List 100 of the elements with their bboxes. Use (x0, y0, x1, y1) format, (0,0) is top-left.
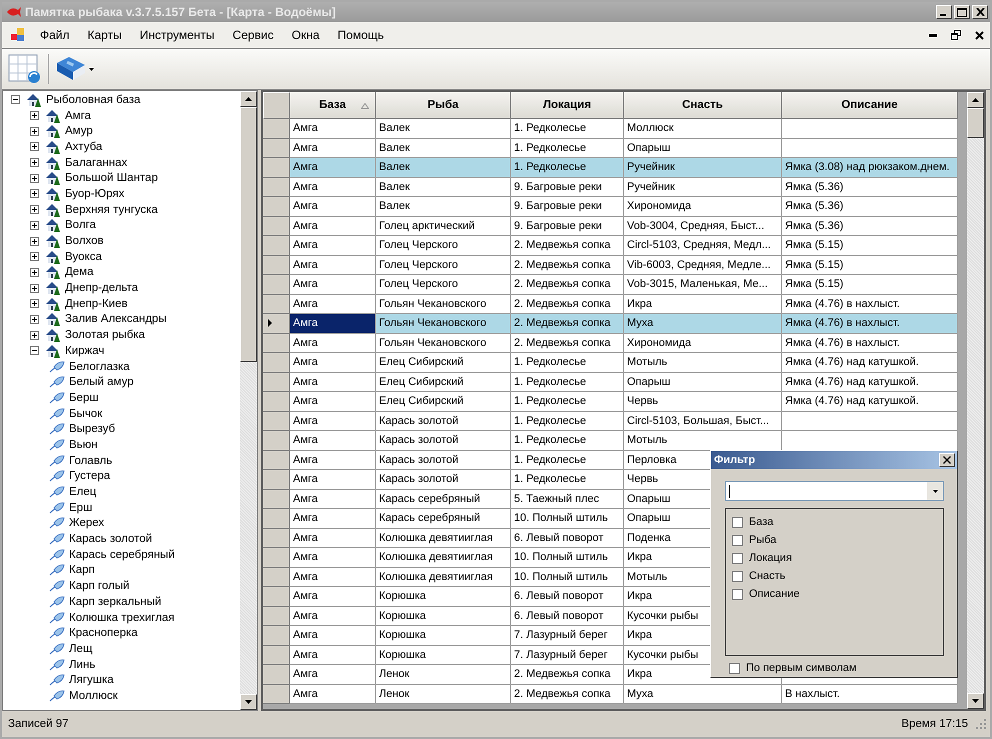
tree-item[interactable]: Карп (69, 564, 95, 576)
tree-item[interactable]: Елец (69, 486, 96, 498)
expand-icon[interactable] (30, 330, 39, 340)
tree-item[interactable]: Голавль (69, 454, 112, 467)
expand-icon[interactable] (30, 252, 39, 262)
checkbox[interactable] (732, 570, 743, 582)
expand-icon[interactable] (30, 220, 39, 230)
table-cell: 1. Редколесье (511, 158, 624, 178)
collapse-icon[interactable] (30, 346, 39, 356)
tree-item[interactable]: Золотая рыбка (65, 329, 145, 342)
tree-item[interactable]: Карп голый (69, 580, 130, 592)
size-grip-icon[interactable] (976, 719, 986, 729)
scroll-up-icon[interactable] (245, 97, 252, 101)
checkbox-label[interactable]: Рыба (749, 534, 776, 546)
expand-icon[interactable] (30, 268, 39, 277)
tree-item[interactable]: Густера (69, 470, 110, 482)
table-cell: 2. Медвежья сопка (511, 314, 624, 334)
column-header[interactable]: Локация (511, 92, 624, 119)
checkbox[interactable] (732, 552, 743, 564)
menu-item[interactable]: Инструменты (130, 28, 224, 42)
tree-item[interactable]: Ахтуба (65, 140, 102, 153)
tree-item[interactable]: Днепр-Киев (65, 298, 128, 310)
filter-combo-box[interactable] (725, 481, 944, 501)
tree-item[interactable]: Балаганнах (65, 156, 128, 169)
tree-item[interactable]: Рыболовная база (46, 94, 140, 106)
tree-item[interactable]: Ерш (69, 502, 92, 514)
menu-item[interactable]: Помощь (328, 28, 393, 42)
expand-icon[interactable] (30, 314, 39, 324)
tree-item[interactable]: Карась золотой (69, 533, 152, 546)
tree-item[interactable]: Красноперка (69, 627, 138, 640)
expand-icon[interactable] (30, 142, 39, 152)
tree-item[interactable]: Залив Александры (65, 313, 167, 326)
tree-item[interactable]: Берш (69, 392, 99, 404)
scroll-up-icon[interactable] (972, 98, 979, 102)
scroll-thumb[interactable] (967, 108, 984, 138)
tree-item[interactable]: Бычок (69, 408, 102, 420)
tree-item[interactable]: Киржач (65, 344, 104, 357)
expand-icon[interactable] (30, 158, 39, 168)
expand-icon[interactable] (30, 205, 39, 214)
expand-icon[interactable] (30, 299, 39, 308)
tree-item[interactable]: Амга (65, 110, 91, 122)
checkbox[interactable] (729, 662, 740, 674)
tree-item[interactable]: Жерех (69, 517, 104, 530)
menu-item[interactable]: Окна (282, 28, 329, 42)
column-header[interactable]: Описание (782, 92, 958, 119)
tree-item[interactable]: Амур (65, 125, 93, 138)
expand-icon[interactable] (30, 126, 39, 136)
collapse-icon[interactable] (11, 95, 20, 104)
menu-item[interactable]: Карты (78, 28, 131, 42)
expand-icon[interactable] (30, 284, 39, 293)
scrollbar[interactable] (240, 91, 257, 710)
scroll-thumb[interactable] (240, 107, 257, 362)
expand-icon[interactable] (30, 111, 39, 120)
window-icon[interactable] (11, 28, 25, 42)
checkbox[interactable] (732, 516, 743, 528)
tree-item[interactable]: Буор-Юрях (65, 188, 124, 200)
tree-item[interactable]: Вьюн (69, 438, 98, 451)
scroll-down-icon[interactable] (972, 699, 979, 703)
tree-item[interactable]: Волхов (65, 235, 104, 248)
tree-item[interactable]: Верхняя тунгуска (65, 204, 158, 216)
scrollbar[interactable] (967, 92, 984, 709)
expand-icon[interactable] (30, 236, 39, 246)
tree-item[interactable]: Большой Шантар (65, 172, 158, 184)
tree-item[interactable]: Карась серебряный (69, 548, 175, 561)
dialog-title: Фильтр (714, 454, 756, 466)
tree-item[interactable]: Карп зеркальный (69, 596, 162, 608)
close-button[interactable] (939, 453, 955, 467)
tree-item[interactable]: Днепр-дельта (65, 282, 138, 294)
menu-item[interactable]: Файл (31, 28, 79, 42)
tree-item[interactable]: Вырезуб (69, 423, 116, 436)
tree-item[interactable]: Белоглазка (69, 360, 130, 373)
scroll-down-icon[interactable] (245, 700, 252, 704)
expand-icon[interactable] (30, 189, 39, 198)
maximize-button[interactable] (954, 5, 970, 19)
restore-icon[interactable] (951, 30, 961, 40)
checkbox-label[interactable]: База (749, 516, 774, 528)
menu-item[interactable]: Сервис (224, 28, 283, 42)
column-header[interactable]: База (290, 92, 376, 119)
tree-item[interactable]: Линь (69, 658, 96, 671)
tree-item[interactable]: Лягушка (69, 674, 114, 686)
close-button[interactable] (972, 5, 988, 19)
column-header[interactable]: Снасть (624, 92, 782, 119)
tree-item[interactable]: Лещ (69, 642, 92, 655)
tree-item[interactable]: Белый амур (69, 376, 134, 388)
header-corner[interactable] (263, 92, 290, 119)
checkbox[interactable] (732, 534, 743, 546)
column-header[interactable]: Рыба (376, 92, 511, 119)
minimize-button[interactable] (936, 5, 952, 19)
tree-item[interactable]: Дема (65, 266, 94, 278)
expand-icon[interactable] (30, 174, 39, 183)
tree-item[interactable]: Моллюск (69, 690, 118, 702)
row-header[interactable] (263, 314, 290, 334)
table-cell: Амга (290, 178, 376, 197)
checkbox[interactable] (732, 588, 743, 600)
minimize-icon[interactable] (929, 34, 937, 36)
tree-item[interactable]: Вуокса (65, 250, 102, 263)
table-cell: Голец Черского (376, 256, 511, 275)
tree-item[interactable]: Колюшка трехиглая (69, 612, 175, 624)
close-icon[interactable] (975, 30, 984, 40)
tree-item[interactable]: Волга (65, 219, 96, 232)
